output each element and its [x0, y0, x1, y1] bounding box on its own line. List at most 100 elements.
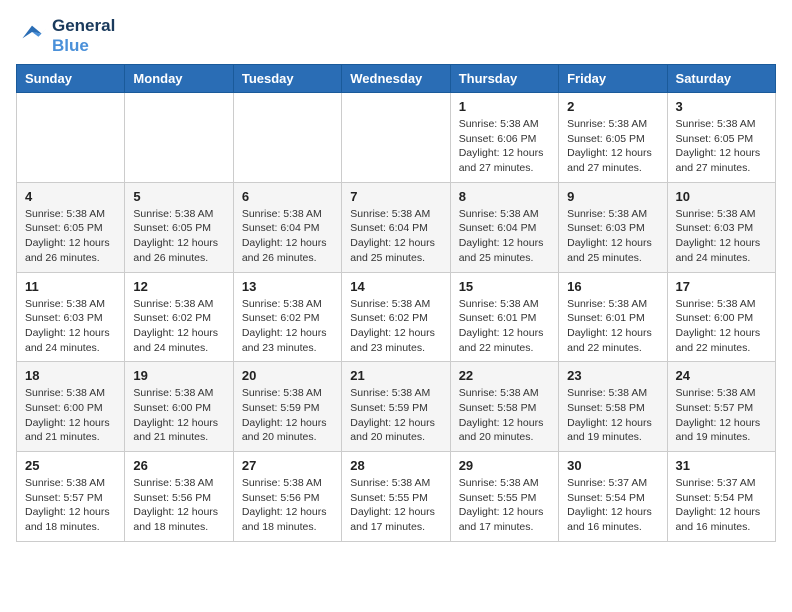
header-tuesday: Tuesday — [233, 65, 341, 93]
header-thursday: Thursday — [450, 65, 558, 93]
day-info: Sunrise: 5:37 AM Sunset: 5:54 PM Dayligh… — [676, 476, 767, 535]
day-number: 27 — [242, 458, 333, 473]
calendar-cell: 31 Sunrise: 5:37 AM Sunset: 5:54 PM Dayli… — [667, 452, 775, 542]
day-number: 8 — [459, 189, 550, 204]
calendar-cell: 19 Sunrise: 5:38 AM Sunset: 6:00 PM Dayli… — [125, 362, 233, 452]
calendar-cell: 14 Sunrise: 5:38 AM Sunset: 6:02 PM Dayli… — [342, 272, 450, 362]
calendar-cell: 25 Sunrise: 5:38 AM Sunset: 5:57 PM Dayli… — [17, 452, 125, 542]
calendar-week-row: 11 Sunrise: 5:38 AM Sunset: 6:03 PM Dayli… — [17, 272, 776, 362]
day-info: Sunrise: 5:38 AM Sunset: 6:05 PM Dayligh… — [133, 207, 224, 266]
day-info: Sunrise: 5:38 AM Sunset: 6:01 PM Dayligh… — [567, 297, 658, 356]
logo-icon — [16, 22, 48, 50]
day-info: Sunrise: 5:38 AM Sunset: 5:56 PM Dayligh… — [242, 476, 333, 535]
calendar-cell: 16 Sunrise: 5:38 AM Sunset: 6:01 PM Dayli… — [559, 272, 667, 362]
page-header: General Blue — [16, 16, 776, 56]
calendar-cell: 18 Sunrise: 5:38 AM Sunset: 6:00 PM Dayli… — [17, 362, 125, 452]
day-info: Sunrise: 5:38 AM Sunset: 5:56 PM Dayligh… — [133, 476, 224, 535]
day-info: Sunrise: 5:38 AM Sunset: 6:05 PM Dayligh… — [676, 117, 767, 176]
day-number: 17 — [676, 279, 767, 294]
day-info: Sunrise: 5:38 AM Sunset: 6:04 PM Dayligh… — [459, 207, 550, 266]
day-info: Sunrise: 5:38 AM Sunset: 5:58 PM Dayligh… — [567, 386, 658, 445]
header-saturday: Saturday — [667, 65, 775, 93]
day-number: 19 — [133, 368, 224, 383]
day-info: Sunrise: 5:38 AM Sunset: 6:06 PM Dayligh… — [459, 117, 550, 176]
calendar-cell: 15Sunrise: 5:38 AM Sunset: 6:01 PM Dayli… — [450, 272, 558, 362]
day-number: 6 — [242, 189, 333, 204]
day-number: 26 — [133, 458, 224, 473]
day-info: Sunrise: 5:38 AM Sunset: 5:59 PM Dayligh… — [350, 386, 441, 445]
day-number: 4 — [25, 189, 116, 204]
day-number: 25 — [25, 458, 116, 473]
calendar-cell: 23 Sunrise: 5:38 AM Sunset: 5:58 PM Dayli… — [559, 362, 667, 452]
day-number: 3 — [676, 99, 767, 114]
day-info: Sunrise: 5:38 AM Sunset: 6:02 PM Dayligh… — [350, 297, 441, 356]
calendar-header-row: SundayMondayTuesdayWednesdayThursdayFrid… — [17, 65, 776, 93]
day-info: Sunrise: 5:38 AM Sunset: 5:59 PM Dayligh… — [242, 386, 333, 445]
day-info: Sunrise: 5:38 AM Sunset: 6:00 PM Dayligh… — [133, 386, 224, 445]
day-info: Sunrise: 5:38 AM Sunset: 6:03 PM Dayligh… — [676, 207, 767, 266]
day-info: Sunrise: 5:38 AM Sunset: 6:05 PM Dayligh… — [25, 207, 116, 266]
calendar-cell: 21Sunrise: 5:38 AM Sunset: 5:59 PM Dayli… — [342, 362, 450, 452]
calendar-cell: 29Sunrise: 5:38 AM Sunset: 5:55 PM Dayli… — [450, 452, 558, 542]
calendar-cell: 5Sunrise: 5:38 AM Sunset: 6:05 PM Daylig… — [125, 182, 233, 272]
calendar-cell: 12Sunrise: 5:38 AM Sunset: 6:02 PM Dayli… — [125, 272, 233, 362]
calendar-cell: 11 Sunrise: 5:38 AM Sunset: 6:03 PM Dayli… — [17, 272, 125, 362]
day-number: 23 — [567, 368, 658, 383]
day-number: 18 — [25, 368, 116, 383]
calendar-cell: 8 Sunrise: 5:38 AM Sunset: 6:04 PM Daylig… — [450, 182, 558, 272]
calendar-cell: 2 Sunrise: 5:38 AM Sunset: 6:05 PM Daylig… — [559, 93, 667, 183]
calendar-cell: 22 Sunrise: 5:38 AM Sunset: 5:58 PM Dayli… — [450, 362, 558, 452]
day-number: 9 — [567, 189, 658, 204]
day-number: 30 — [567, 458, 658, 473]
day-number: 10 — [676, 189, 767, 204]
day-info: Sunrise: 5:38 AM Sunset: 5:57 PM Dayligh… — [25, 476, 116, 535]
calendar-cell — [342, 93, 450, 183]
day-number: 28 — [350, 458, 441, 473]
calendar-cell — [233, 93, 341, 183]
calendar-cell: 10 Sunrise: 5:38 AM Sunset: 6:03 PM Dayli… — [667, 182, 775, 272]
day-number: 22 — [459, 368, 550, 383]
day-info: Sunrise: 5:38 AM Sunset: 6:03 PM Dayligh… — [25, 297, 116, 356]
calendar-cell: 6 Sunrise: 5:38 AM Sunset: 6:04 PM Daylig… — [233, 182, 341, 272]
day-info: Sunrise: 5:38 AM Sunset: 5:58 PM Dayligh… — [459, 386, 550, 445]
header-wednesday: Wednesday — [342, 65, 450, 93]
day-number: 13 — [242, 279, 333, 294]
calendar-cell: 27 Sunrise: 5:38 AM Sunset: 5:56 PM Dayli… — [233, 452, 341, 542]
day-number: 31 — [676, 458, 767, 473]
day-number: 2 — [567, 99, 658, 114]
calendar-cell: 3 Sunrise: 5:38 AM Sunset: 6:05 PM Daylig… — [667, 93, 775, 183]
day-number: 7 — [350, 189, 441, 204]
day-info: Sunrise: 5:37 AM Sunset: 5:54 PM Dayligh… — [567, 476, 658, 535]
header-sunday: Sunday — [17, 65, 125, 93]
calendar-cell: 7 Sunrise: 5:38 AM Sunset: 6:04 PM Daylig… — [342, 182, 450, 272]
logo-text: General Blue — [52, 16, 115, 56]
day-number: 14 — [350, 279, 441, 294]
day-number: 24 — [676, 368, 767, 383]
calendar-cell: 9Sunrise: 5:38 AM Sunset: 6:03 PM Daylig… — [559, 182, 667, 272]
calendar-cell: 4 Sunrise: 5:38 AM Sunset: 6:05 PM Daylig… — [17, 182, 125, 272]
day-number: 15 — [459, 279, 550, 294]
day-number: 20 — [242, 368, 333, 383]
header-monday: Monday — [125, 65, 233, 93]
day-number: 16 — [567, 279, 658, 294]
calendar-cell: 24 Sunrise: 5:38 AM Sunset: 5:57 PM Dayli… — [667, 362, 775, 452]
day-info: Sunrise: 5:38 AM Sunset: 5:57 PM Dayligh… — [676, 386, 767, 445]
day-info: Sunrise: 5:38 AM Sunset: 6:04 PM Dayligh… — [350, 207, 441, 266]
day-info: Sunrise: 5:38 AM Sunset: 6:00 PM Dayligh… — [676, 297, 767, 356]
day-info: Sunrise: 5:38 AM Sunset: 6:05 PM Dayligh… — [567, 117, 658, 176]
header-friday: Friday — [559, 65, 667, 93]
day-info: Sunrise: 5:38 AM Sunset: 6:00 PM Dayligh… — [25, 386, 116, 445]
calendar-week-row: 25 Sunrise: 5:38 AM Sunset: 5:57 PM Dayli… — [17, 452, 776, 542]
calendar-cell: 17 Sunrise: 5:38 AM Sunset: 6:00 PM Dayli… — [667, 272, 775, 362]
day-number: 11 — [25, 279, 116, 294]
calendar-week-row: 4 Sunrise: 5:38 AM Sunset: 6:05 PM Daylig… — [17, 182, 776, 272]
calendar-cell: 1 Sunrise: 5:38 AM Sunset: 6:06 PM Daylig… — [450, 93, 558, 183]
calendar-cell — [125, 93, 233, 183]
calendar-week-row: 1 Sunrise: 5:38 AM Sunset: 6:06 PM Daylig… — [17, 93, 776, 183]
calendar-cell: 28Sunrise: 5:38 AM Sunset: 5:55 PM Dayli… — [342, 452, 450, 542]
day-number: 1 — [459, 99, 550, 114]
day-number: 12 — [133, 279, 224, 294]
day-info: Sunrise: 5:38 AM Sunset: 6:04 PM Dayligh… — [242, 207, 333, 266]
calendar-cell: 30 Sunrise: 5:37 AM Sunset: 5:54 PM Dayli… — [559, 452, 667, 542]
calendar-table: SundayMondayTuesdayWednesdayThursdayFrid… — [16, 64, 776, 542]
